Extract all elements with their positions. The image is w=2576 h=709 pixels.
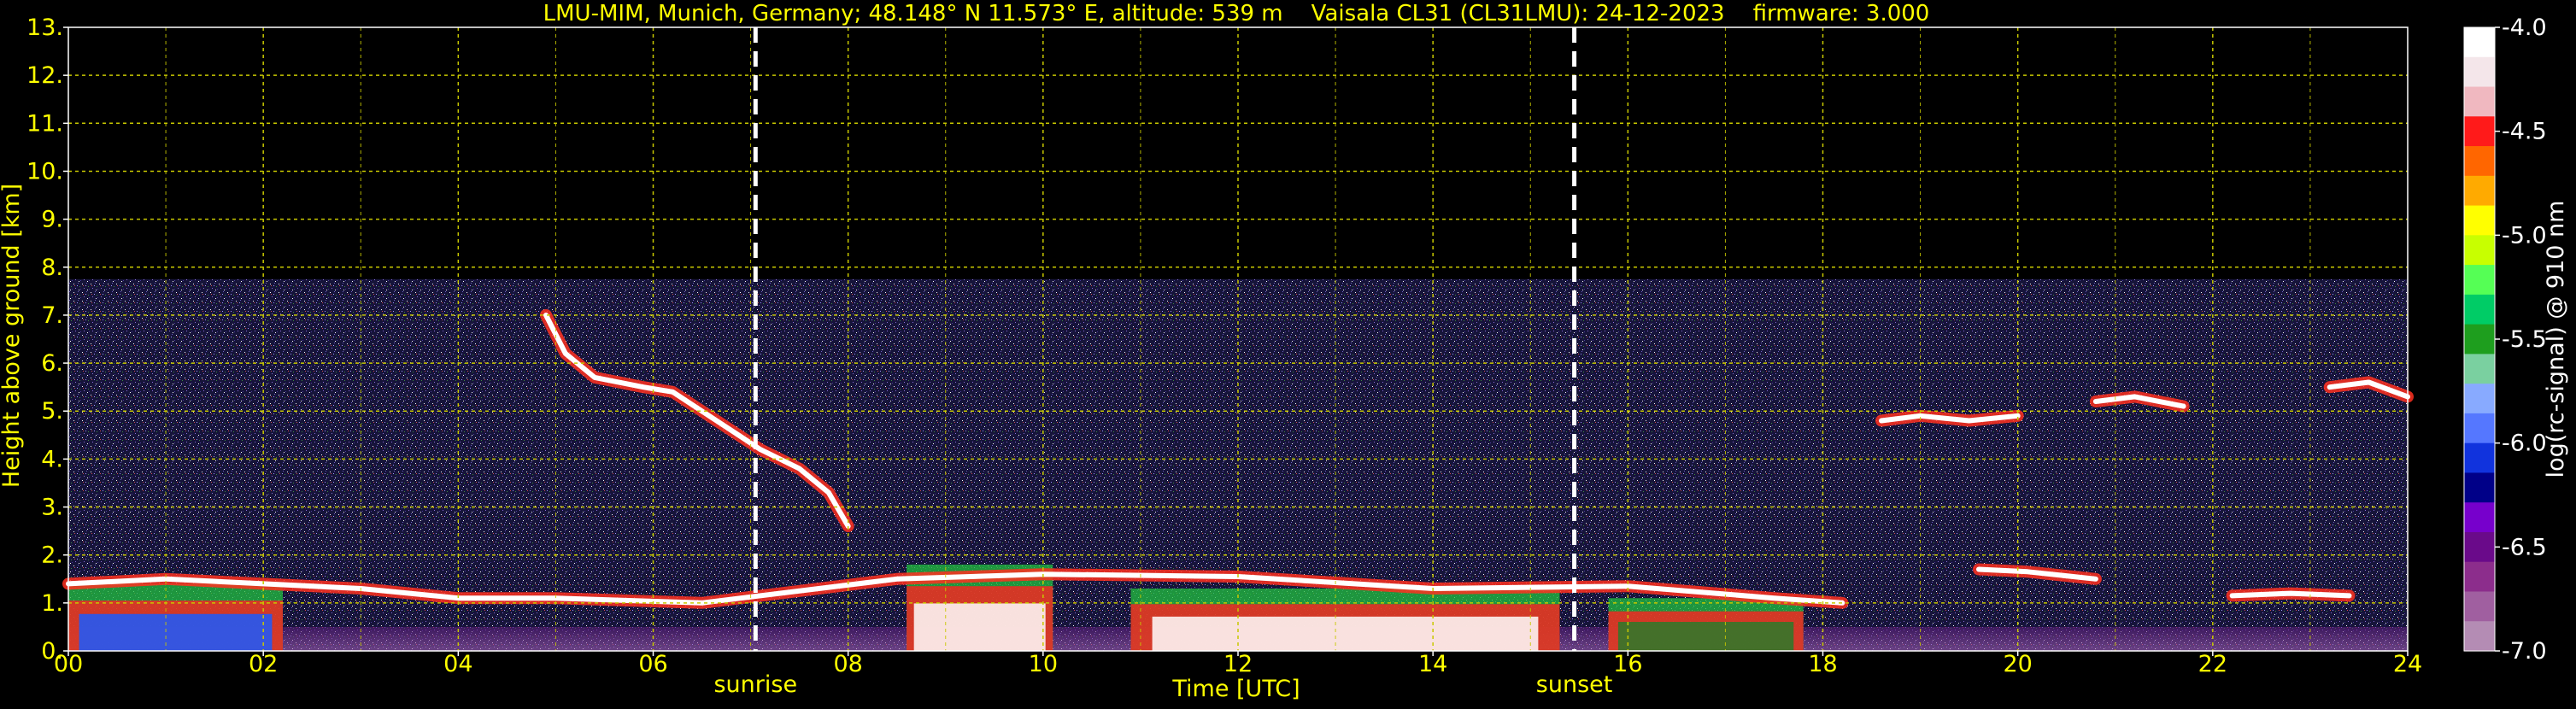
- y-tick-label: 10.: [26, 158, 63, 185]
- echo-region-peak: [1152, 616, 1539, 651]
- colorbar-segment: [2464, 502, 2495, 533]
- sunrise-label: sunrise: [713, 671, 797, 698]
- colorbar-segment: [2464, 27, 2495, 58]
- colorbar-segment: [2464, 146, 2495, 177]
- x-tick-label: 24: [2393, 651, 2422, 677]
- colorbar-tick-label: -4.0: [2502, 15, 2547, 41]
- echo-region-peak: [79, 613, 273, 651]
- colorbar-segment: [2464, 472, 2495, 503]
- colorbar-tick-label: -5.5: [2502, 326, 2547, 353]
- colorbar-segment: [2464, 324, 2495, 354]
- y-axis-label: Height above ground [km]: [0, 184, 25, 488]
- y-tick-label: 6.: [41, 350, 63, 377]
- x-tick-label: 10: [1029, 651, 1058, 677]
- x-axis-label: Time [UTC]: [1171, 676, 1300, 702]
- y-tick-label: 12.: [26, 62, 63, 89]
- x-tick-label: 18: [1808, 651, 1837, 677]
- colorbar-segment: [2464, 175, 2495, 207]
- chart-title: LMU-MIM, Munich, Germany; 48.148° N 11.5…: [543, 1, 1930, 26]
- colorbar-segment: [2464, 56, 2495, 88]
- x-tick-label: 04: [443, 651, 472, 677]
- x-tick-label: 08: [833, 651, 862, 677]
- colorbar-tick-label: -6.5: [2502, 534, 2547, 560]
- x-tick-label: 12: [1223, 651, 1253, 677]
- colorbar-segment: [2464, 205, 2495, 236]
- colorbar-tick-label: -7.0: [2502, 638, 2547, 665]
- colorbar-segment: [2464, 413, 2495, 444]
- y-tick-label: 3.: [41, 495, 63, 521]
- colorbar-segment: [2464, 531, 2495, 563]
- colorbar-segment: [2464, 442, 2495, 474]
- chart-canvas: LMU-MIM, Munich, Germany; 48.148° N 11.5…: [0, 1, 2569, 702]
- x-tick-label: 02: [249, 651, 278, 677]
- y-tick-label: 5.: [41, 398, 63, 425]
- y-tick-label: 11.: [26, 110, 63, 137]
- echo-region-peak: [1617, 622, 1794, 651]
- sunset-label: sunset: [1536, 671, 1613, 698]
- x-tick-label: 16: [1613, 651, 1642, 677]
- echo-region-peak: [913, 603, 1046, 651]
- colorbar-segment: [2464, 384, 2495, 414]
- y-tick-label: 2.: [41, 542, 63, 569]
- colorbar-segment: [2464, 116, 2495, 147]
- colorbar-segment: [2464, 235, 2495, 266]
- y-tick-label: 1.: [41, 590, 63, 617]
- colorbar-segment: [2464, 294, 2495, 325]
- colorbar-tick-label: -4.5: [2502, 119, 2547, 145]
- y-tick-label: 9.: [41, 207, 63, 233]
- x-tick-label: 22: [2198, 651, 2227, 677]
- y-tick-label: 8.: [41, 255, 63, 281]
- colorbar-segment: [2464, 561, 2495, 593]
- cloud-layer: [2229, 590, 2352, 599]
- x-tick-label: 14: [1418, 651, 1447, 677]
- colorbar-segment: [2464, 591, 2495, 622]
- ceilometer-chart: LMU-MIM, Munich, Germany; 48.148° N 11.5…: [0, 0, 2576, 706]
- cloud-layer: [1879, 413, 2021, 424]
- colorbar-segment: [2464, 621, 2495, 652]
- y-tick-label: 7.: [41, 302, 63, 329]
- y-tick-label: 0.: [41, 638, 63, 665]
- colorbar-tick-label: -5.0: [2502, 222, 2547, 249]
- colorbar-segment: [2464, 354, 2495, 384]
- y-tick-label: 13.: [26, 15, 63, 41]
- colorbar-segment: [2464, 86, 2495, 117]
- x-tick-label: 20: [2003, 651, 2032, 677]
- colorbar-tick-label: -6.0: [2502, 431, 2547, 457]
- colorbar-segment: [2464, 265, 2495, 296]
- x-tick-label: 06: [638, 651, 667, 677]
- y-tick-label: 4.: [41, 446, 63, 472]
